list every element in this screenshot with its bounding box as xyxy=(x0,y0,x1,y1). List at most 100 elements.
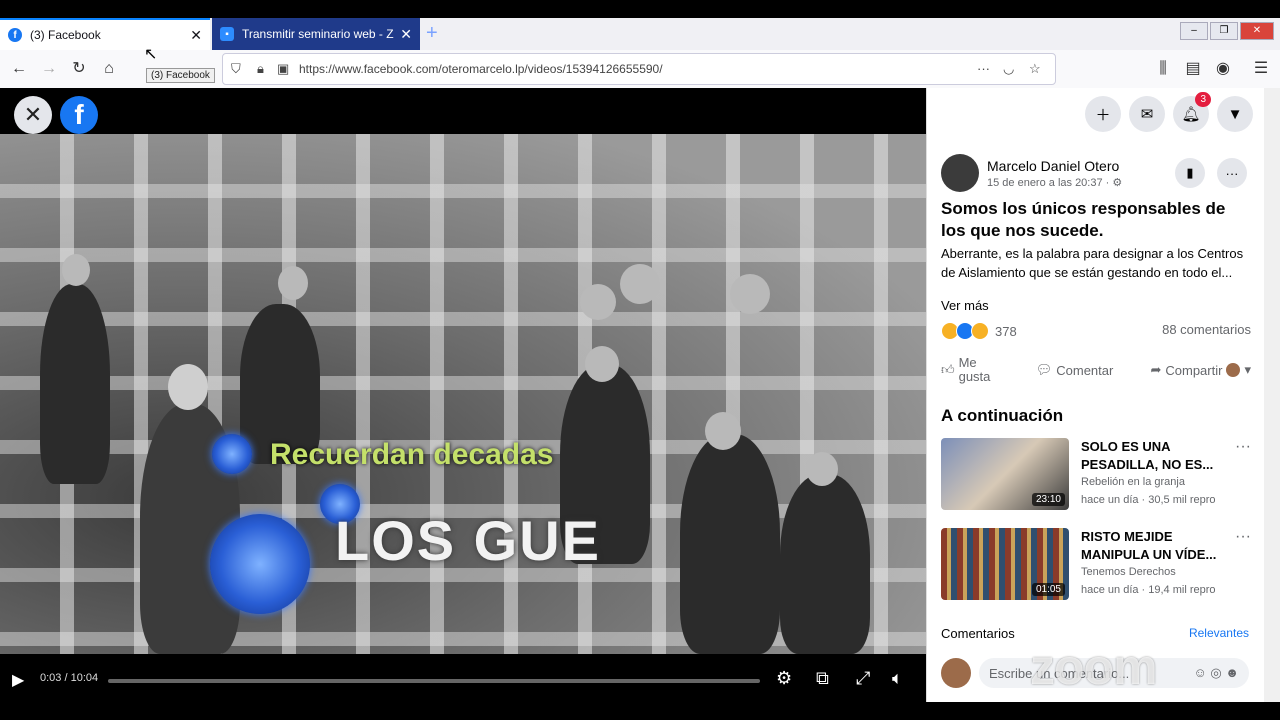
like-button[interactable]: 👍︎ Me gusta xyxy=(941,356,999,384)
virus-graphic-icon xyxy=(210,514,310,614)
address-bar[interactable]: ⛉ 🔒︎ ▣ https://www.facebook.com/oteromar… xyxy=(222,53,1056,85)
up-next-item[interactable]: 01:05 RISTO MEJIDE MANIPULA UN VÍDE... T… xyxy=(941,528,1261,600)
new-tab-icon[interactable]: + xyxy=(426,22,438,45)
messenger-icon: ✉ xyxy=(1140,106,1154,123)
up-next-item[interactable]: 23:10 SOLO ES UNA PESADILLA, NO ES... Re… xyxy=(941,438,1261,510)
post-date[interactable]: 15 de enero a las 20:37 · ⚙ xyxy=(987,176,1122,189)
post-author: Marcelo Daniel Otero 15 de enero a las 2… xyxy=(941,154,1122,192)
reactions-summary[interactable]: 378 xyxy=(941,322,1017,340)
tab-tooltip: (3) Facebook xyxy=(146,68,215,83)
post-title: Somos los únicos responsables de los que… xyxy=(941,199,1226,240)
zoom-watermark: zoom xyxy=(1030,639,1158,695)
comments-heading: Comentarios xyxy=(941,626,1015,641)
more-options-button[interactable]: ··· xyxy=(1217,158,1247,188)
facebook-logo-icon[interactable]: f xyxy=(60,96,98,134)
comment-button[interactable]: 💬︎ Comentar xyxy=(1036,356,1114,384)
share-button[interactable]: ➦ Compartir ▾ xyxy=(1150,356,1251,384)
play-button[interactable]: ▶ xyxy=(12,670,24,690)
up-next-heading: A continuación xyxy=(941,406,1064,425)
back-icon[interactable]: ← xyxy=(8,58,30,80)
close-tab-icon[interactable]: ✕ xyxy=(400,26,412,43)
video-title[interactable]: SOLO ES UNA PESADILLA, NO ES... xyxy=(1081,438,1221,474)
shield-icon[interactable]: ⛉ xyxy=(231,61,241,77)
post-panel: ＋ ✉ 🔔︎ 3 ▼ Marcelo Daniel Otero 15 de ene… xyxy=(926,88,1265,702)
sad-reaction-icon xyxy=(971,322,989,340)
like-label: Me gusta xyxy=(958,355,991,384)
url-text: https://www.facebook.com/oteromarcelo.lp… xyxy=(299,62,663,76)
bookmark-star-icon[interactable]: ☆ xyxy=(1029,61,1041,77)
picture-in-picture-icon[interactable]: ⧉ xyxy=(816,668,829,689)
page-scrollbar[interactable] xyxy=(1264,88,1280,702)
video-title[interactable]: RISTO MEJIDE MANIPULA UN VÍDE... xyxy=(1081,528,1221,564)
bookmark-icon: ▮ xyxy=(1186,165,1194,180)
emoji-icon[interactable]: ☺ ◎ ☻ xyxy=(1193,665,1239,681)
minimize-icon[interactable]: – xyxy=(1180,22,1208,40)
caret-down-icon: ▾ xyxy=(1244,362,1251,377)
comments-filter[interactable]: Relevantes xyxy=(1189,626,1249,640)
zoom-favicon-icon: ▪ xyxy=(220,27,234,41)
video-caption-main: LOS GUE xyxy=(335,509,602,572)
browser-window: f (3) Facebook ✕ ▪ Transmitir seminario … xyxy=(0,18,1280,702)
author-avatar[interactable] xyxy=(941,154,979,192)
tab-zoom-webinar[interactable]: ▪ Transmitir seminario web - Zo ✕ xyxy=(212,18,420,50)
notifications-button[interactable]: 🔔︎ 3 xyxy=(1173,92,1211,132)
caret-down-icon: ▼ xyxy=(1227,105,1243,123)
plus-icon: ＋ xyxy=(1095,106,1111,124)
video-source[interactable]: Rebelión en la granja xyxy=(1081,476,1185,488)
thumbs-up-icon: 👍︎ xyxy=(941,362,955,377)
permissions-icon[interactable]: ▣ xyxy=(277,61,289,77)
figure-head xyxy=(806,452,838,486)
video-thumbnail[interactable]: 01:05 xyxy=(941,528,1069,600)
share-avatar xyxy=(1226,363,1241,377)
menu-icon[interactable]: ☰ xyxy=(1250,58,1272,80)
page-actions-icon[interactable]: ··· xyxy=(977,61,990,76)
pocket-icon[interactable]: ◡ xyxy=(1003,61,1014,77)
virus-graphic-icon xyxy=(212,434,252,474)
home-icon[interactable]: ⌂ xyxy=(98,58,120,80)
reload-icon[interactable]: ↻ xyxy=(68,58,90,80)
figure xyxy=(680,434,780,654)
comment-count[interactable]: 88 comentarios xyxy=(1162,322,1251,337)
figure-head xyxy=(62,254,90,286)
settings-gear-icon[interactable]: ⚙ xyxy=(776,668,792,689)
figure-head xyxy=(620,264,660,304)
account-menu-button[interactable]: ▼ xyxy=(1217,96,1253,132)
save-button[interactable]: ▮ xyxy=(1175,158,1205,188)
lock-icon[interactable]: 🔒︎ xyxy=(257,61,264,77)
user-avatar[interactable] xyxy=(941,658,971,688)
forward-icon[interactable]: → xyxy=(38,58,60,80)
fullscreen-icon[interactable]: ⤢ xyxy=(856,668,870,689)
video-player[interactable]: Recuerdan decadas LOS GUE ✕ f ▶ 0:03 / 1… xyxy=(0,88,926,702)
tab-facebook[interactable]: f (3) Facebook ✕ xyxy=(0,18,210,50)
create-button[interactable]: ＋ xyxy=(1085,96,1121,132)
video-meta: hace un día · 19,4 mil repro xyxy=(1081,584,1216,596)
volume-icon[interactable]: 🔈︎ xyxy=(892,668,903,689)
figure-head xyxy=(730,274,770,314)
video-options-icon[interactable]: ··· xyxy=(1235,528,1251,546)
video-source[interactable]: Tenemos Derechos xyxy=(1081,566,1176,578)
author-name[interactable]: Marcelo Daniel Otero xyxy=(987,158,1122,174)
maximize-icon[interactable]: ❐ xyxy=(1210,22,1238,40)
library-icon[interactable]: ⫼ xyxy=(1152,58,1174,80)
video-progress-bar[interactable] xyxy=(108,679,760,683)
account-icon[interactable]: ◉ xyxy=(1212,58,1234,80)
close-tab-icon[interactable]: ✕ xyxy=(190,27,202,44)
share-icon: ➦ xyxy=(1150,362,1162,377)
tab-title: (3) Facebook xyxy=(30,28,101,42)
facebook-favicon-icon: f xyxy=(8,28,22,42)
messenger-button[interactable]: ✉ xyxy=(1129,96,1165,132)
dots-icon: ··· xyxy=(1225,165,1239,181)
sidebar-icon[interactable]: ▤ xyxy=(1182,58,1204,80)
video-thumbnail[interactable]: 23:10 xyxy=(941,438,1069,510)
video-options-icon[interactable]: ··· xyxy=(1235,438,1251,456)
share-label: Compartir xyxy=(1165,362,1223,378)
figure-head xyxy=(705,412,741,450)
video-meta: hace un día · 30,5 mil repro xyxy=(1081,494,1216,506)
post-actions: 👍︎ Me gusta 💬︎ Comentar ➦ Compartir ▾ xyxy=(941,356,1251,384)
reaction-count: 378 xyxy=(995,323,1017,339)
close-window-icon[interactable]: ✕ xyxy=(1240,22,1274,40)
close-video-button[interactable]: ✕ xyxy=(14,96,52,134)
header-actions: ＋ ✉ 🔔︎ 3 ▼ xyxy=(1085,92,1253,132)
video-caption-top: Recuerdan decadas xyxy=(270,438,554,471)
see-more-link[interactable]: Ver más xyxy=(941,298,989,313)
